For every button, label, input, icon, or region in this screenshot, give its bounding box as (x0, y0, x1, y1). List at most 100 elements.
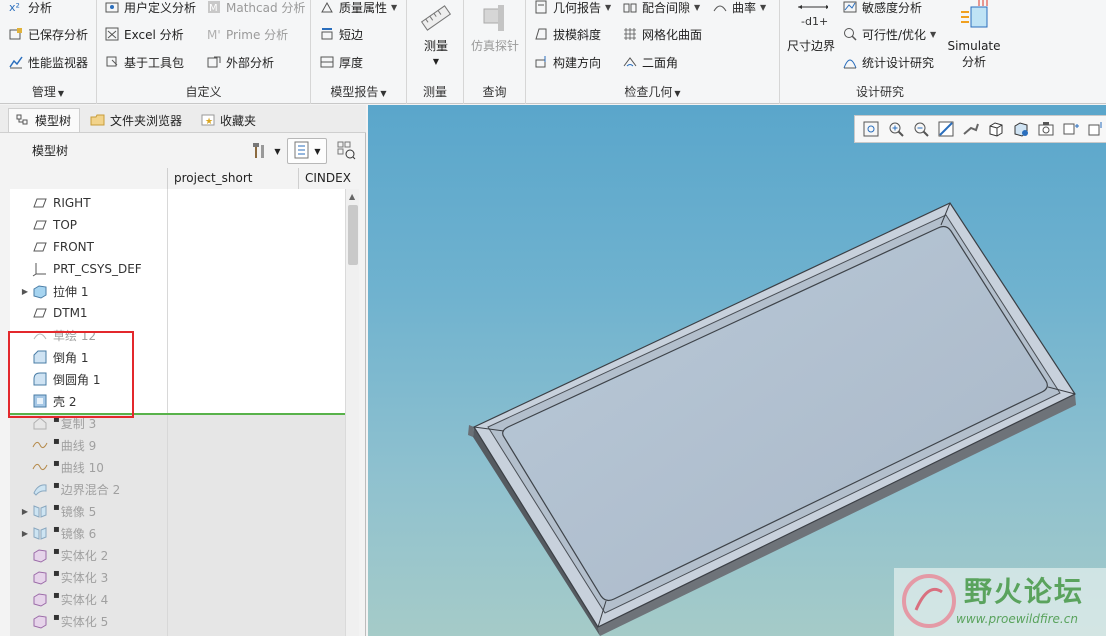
tab-model-tree[interactable]: 模型树 (8, 108, 80, 132)
tree-item-label: 实体化 2 (60, 548, 109, 563)
thickness-button[interactable]: 厚度 (319, 51, 363, 73)
mass-properties-dropdown-icon[interactable]: ▼ (391, 3, 397, 12)
datum-plane-icon (32, 305, 48, 321)
watermark-url: www.proewildfire.cn (956, 612, 1078, 626)
tree-item[interactable]: TOP (10, 214, 167, 236)
tree-item[interactable]: ▶ ▪ 镜像 5 (10, 500, 167, 522)
mass-properties-label: 质量属性 (339, 0, 388, 15)
probe-icon (478, 0, 512, 36)
clearance-icon (622, 0, 638, 15)
prime-analysis-button[interactable]: M' Prime 分析 (206, 23, 288, 45)
hammer-icon (251, 141, 271, 162)
tree-item[interactable]: ▶ 拉伸 1 (10, 280, 167, 302)
mesh-surface-label: 网格化曲面 (642, 27, 703, 42)
curvature-dropdown-icon[interactable]: ▼ (760, 3, 766, 12)
group-query-label: 查询 (482, 85, 507, 99)
column-tree[interactable] (10, 168, 167, 189)
expand-arrow-icon[interactable]: ▶ (18, 507, 32, 516)
tree-item[interactable]: ▪ 曲线 10 (10, 456, 167, 478)
excel-analysis-button[interactable]: Excel 分析 (104, 23, 184, 45)
clearance-dropdown-icon[interactable]: ▼ (694, 3, 700, 12)
mathcad-analysis-button[interactable]: M Mathcad 分析 (206, 0, 305, 18)
column-project-short[interactable]: project_short (167, 168, 298, 189)
feasibility-dropdown-icon[interactable]: ▼ (930, 30, 936, 39)
mathcad-analysis-label: Mathcad 分析 (226, 0, 306, 15)
solidify-icon (32, 613, 48, 629)
dimension-boundary-button[interactable]: -d1+ 尺寸边界 (784, 0, 838, 54)
build-direction-button[interactable]: 构建方向 (533, 51, 601, 73)
simulate-icon (957, 0, 991, 36)
tab-favorites[interactable]: ★ 收藏夹 (194, 108, 262, 132)
expand-arrow-icon[interactable]: ▶ (18, 287, 32, 296)
tree-item[interactable]: FRONT (10, 236, 167, 258)
curvature-label: 曲率 (732, 0, 757, 15)
mesh-surface-button[interactable]: 网格化曲面 (622, 23, 702, 45)
dihedral-angle-button[interactable]: 二面角 (622, 51, 678, 73)
mass-properties-button[interactable]: 质量属性 ▼ (319, 0, 397, 18)
tree-title: 模型树 (32, 144, 69, 158)
show-button[interactable]: ▼ (287, 138, 327, 164)
tree-filter-button[interactable] (333, 138, 359, 164)
draft-label: 拔模斜度 (553, 27, 602, 42)
toolkit-button[interactable]: 基于工具包 (104, 51, 184, 73)
external-analysis-button[interactable]: 外部分析 (206, 51, 274, 73)
geometry-report-icon (533, 0, 549, 15)
graphics-viewport[interactable] (368, 105, 1106, 636)
scroll-up-icon[interactable]: ▲ (349, 192, 355, 201)
geometry-report-button[interactable]: 几何报告 ▼ (533, 0, 611, 18)
draft-button[interactable]: 拔模斜度 (533, 23, 601, 45)
saved-analysis-button[interactable]: 已保存分析 (8, 23, 88, 45)
column-cindex[interactable]: CINDEX (298, 168, 356, 189)
geometry-report-dropdown-icon[interactable]: ▼ (605, 3, 611, 12)
tree-item[interactable]: PRT_CSYS_DEF (10, 258, 167, 280)
geometry-report-label: 几何报告 (553, 0, 602, 15)
simulate-analysis-button[interactable]: Simulate 分析 (946, 0, 1002, 70)
build-direction-icon (533, 54, 549, 70)
group-custom-label: 自定义 (185, 85, 222, 99)
tree-settings-button[interactable]: ▼ (246, 138, 286, 164)
tree-item[interactable]: ▪ 实体化 5 (10, 610, 167, 632)
group-manage-label[interactable]: 管理 ▼ (0, 83, 96, 100)
external-analysis-label: 外部分析 (226, 55, 275, 70)
tree-item[interactable]: ▶ ▪ 镜像 6 (10, 522, 167, 544)
highlight-annotation-box (8, 331, 134, 418)
user-defined-analysis-button[interactable]: 用户定义分析 (104, 0, 196, 18)
show-dropdown-icon: ▼ (314, 146, 321, 156)
simulation-probe-button[interactable]: 仿真探针 (468, 0, 522, 54)
feasibility-optimization-button[interactable]: 可行性/优化 ▼ (842, 23, 936, 45)
suppressed-marker-icon: ▪ (53, 523, 60, 535)
tree-item[interactable]: ▪ 实体化 4 (10, 588, 167, 610)
tree-item[interactable]: ▪ 实体化 2 (10, 544, 167, 566)
clearance-button[interactable]: 配合间隙 ▼ (622, 0, 700, 18)
group-model-report-label[interactable]: 模型报告 ▼ (311, 83, 406, 100)
tree-scrollbar[interactable]: ▲ (345, 189, 359, 636)
tree-item[interactable]: RIGHT (10, 192, 167, 214)
analysis-label: 分析 (28, 0, 53, 15)
tree-item-label: 曲线 9 (60, 438, 97, 453)
expand-arrow-icon[interactable]: ▶ (18, 529, 32, 538)
tree-item[interactable]: DTM1 (10, 302, 167, 324)
short-edge-button[interactable]: 短边 (319, 23, 363, 45)
tree-item[interactable]: ▪ 实体化 3 (10, 566, 167, 588)
scroll-thumb[interactable] (348, 205, 358, 265)
performance-monitor-icon (8, 54, 24, 70)
tab-folder-browser[interactable]: 文件夹浏览器 (84, 108, 188, 132)
model-3d-tray[interactable] (368, 105, 1106, 636)
measure-button[interactable]: 测量 ▼ (415, 0, 457, 70)
performance-monitor-button[interactable]: 性能监视器 (8, 51, 88, 73)
curvature-button[interactable]: 曲率 ▼ (712, 0, 766, 18)
tree-item[interactable]: ▪ 曲线 9 (10, 434, 167, 456)
tree-item[interactable]: ▪ 边界混合 2 (10, 478, 167, 500)
analysis-button[interactable]: x² 分析 (8, 0, 52, 18)
sensitivity-analysis-button[interactable]: 敏感度分析 (842, 0, 922, 18)
tree-item-label: 镜像 6 (60, 526, 97, 541)
statistical-design-study-button[interactable]: 统计设计研究 (842, 51, 934, 73)
short-edge-icon (319, 26, 335, 42)
curve-icon (32, 437, 48, 453)
sensitivity-analysis-icon (842, 0, 858, 15)
group-inspect-geometry-label[interactable]: 检查几何 ▼ (526, 83, 779, 100)
simulation-probe-label: 仿真探针 (470, 39, 519, 53)
tree-filter-icon (336, 140, 356, 163)
solidify-icon (32, 547, 48, 563)
group-model-report: 质量属性 ▼ 短边 厚度 模型报告 ▼ (311, 0, 407, 104)
